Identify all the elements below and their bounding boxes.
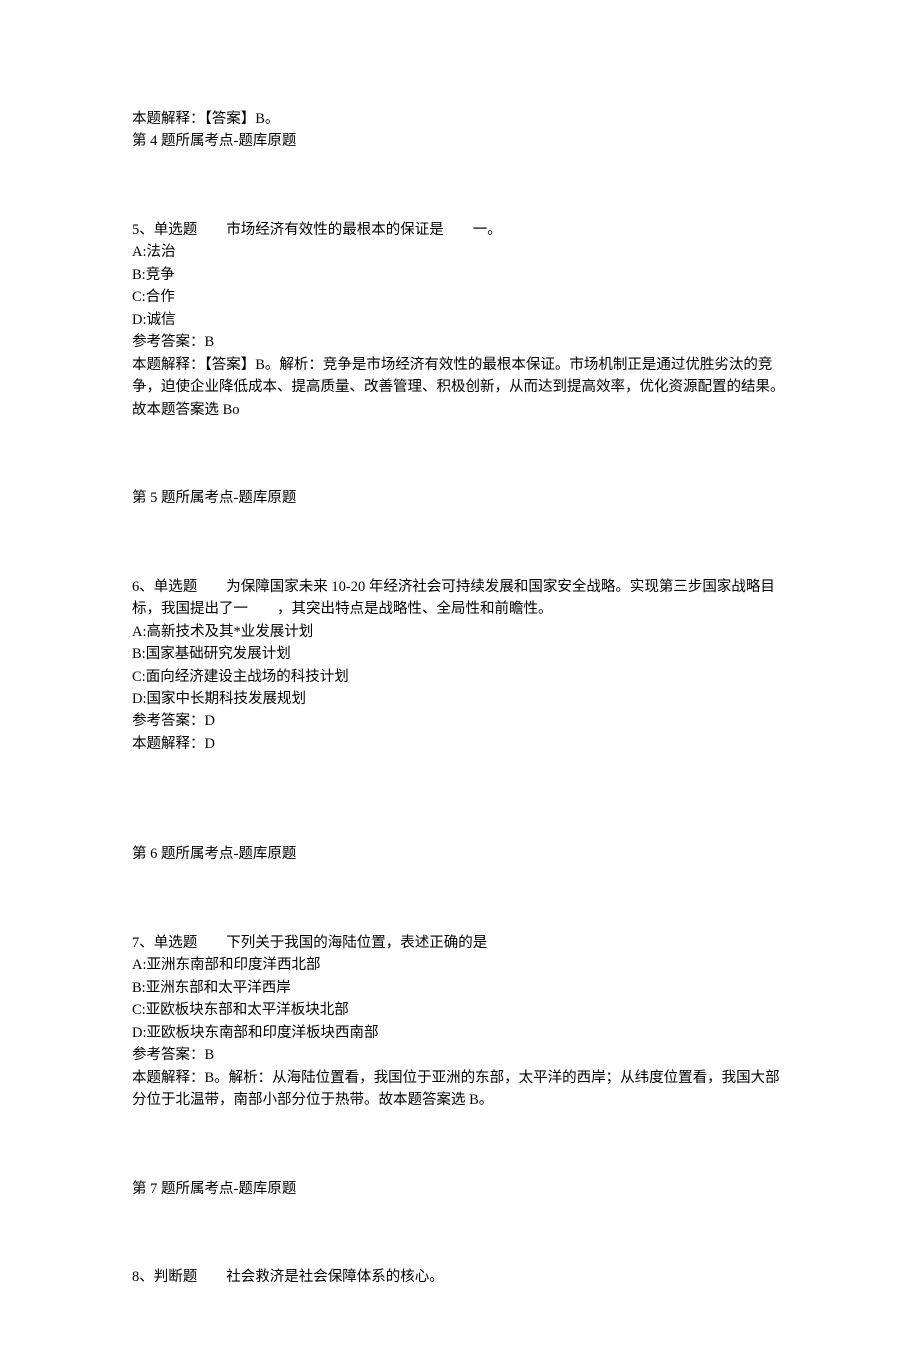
q5-answer: 参考答案：B (132, 331, 788, 353)
q7-source-block: 第 7 题所属考点-题库原题 (132, 1178, 788, 1200)
q6-option-b: B:国家基础研究发展计划 (132, 643, 788, 665)
spacer (132, 443, 788, 487)
q5-header: 5、单选题 市场经济有效性的最根本的保证是 一。 (132, 219, 788, 241)
q7-source: 第 7 题所属考点-题库原题 (132, 1178, 788, 1200)
q7-option-b: B:亚洲东部和太平洋西岸 (132, 977, 788, 999)
q7-block: 7、单选题 下列关于我国的海陆位置，表述正确的是 A:亚洲东南部和印度洋西北部 … (132, 932, 788, 1112)
spacer (132, 821, 788, 843)
q6-block: 6、单选题 为保障国家未来 10-20 年经济社会可持续发展和国家安全战略。实现… (132, 576, 788, 756)
q7-answer: 参考答案：B (132, 1044, 788, 1066)
q5-block: 5、单选题 市场经济有效性的最根本的保证是 一。 A:法治 B:竞争 C:合作 … (132, 219, 788, 421)
q8-block: 8、判断题 社会救济是社会保障体系的核心。 (132, 1266, 788, 1288)
q5-explanation: 本题解释：【答案】B。解析：竞争是市场经济有效性的最根本保证。市场机制正是通过优… (132, 354, 788, 421)
q6-explanation: 本题解释：D (132, 733, 788, 755)
q7-option-a: A:亚洲东南部和印度洋西北部 (132, 954, 788, 976)
q6-option-c: C:面向经济建设主战场的科技计划 (132, 666, 788, 688)
q6-source: 第 6 题所属考点-题库原题 (132, 843, 788, 865)
spacer (132, 1134, 788, 1178)
q8-header: 8、判断题 社会救济是社会保障体系的核心。 (132, 1266, 788, 1288)
q6-header: 6、单选题 为保障国家未来 10-20 年经济社会可持续发展和国家安全战略。实现… (132, 576, 788, 621)
q5-source: 第 5 题所属考点-题库原题 (132, 487, 788, 509)
q6-option-a: A:高新技术及其*业发展计划 (132, 621, 788, 643)
q6-source-block: 第 6 题所属考点-题库原题 (132, 843, 788, 865)
q4-explanation: 本题解释：【答案】B。 (132, 108, 788, 130)
spacer (132, 888, 788, 932)
q5-source-block: 第 5 题所属考点-题库原题 (132, 487, 788, 509)
spacer (132, 532, 788, 576)
q5-option-c: C:合作 (132, 286, 788, 308)
q4-block: 本题解释：【答案】B。 第 4 题所属考点-题库原题 (132, 108, 788, 153)
spacer (132, 175, 788, 219)
q6-answer: 参考答案：D (132, 710, 788, 732)
q5-option-a: A:法治 (132, 241, 788, 263)
q7-option-c: C:亚欧板块东部和太平洋板块北部 (132, 999, 788, 1021)
q6-option-d: D:国家中长期科技发展规划 (132, 688, 788, 710)
q7-header: 7、单选题 下列关于我国的海陆位置，表述正确的是 (132, 932, 788, 954)
q7-option-d: D:亚欧板块东南部和印度洋板块西南部 (132, 1022, 788, 1044)
page-container: 本题解释：【答案】B。 第 4 题所属考点-题库原题 5、单选题 市场经济有效性… (0, 0, 920, 1371)
spacer (132, 777, 788, 821)
spacer (132, 1222, 788, 1266)
q5-option-d: D:诚信 (132, 309, 788, 331)
q7-explanation: 本题解释：B。解析：从海陆位置看，我国位于亚洲的东部，太平洋的西岸；从纬度位置看… (132, 1067, 788, 1112)
q5-option-b: B:竞争 (132, 264, 788, 286)
q4-source: 第 4 题所属考点-题库原题 (132, 130, 788, 152)
